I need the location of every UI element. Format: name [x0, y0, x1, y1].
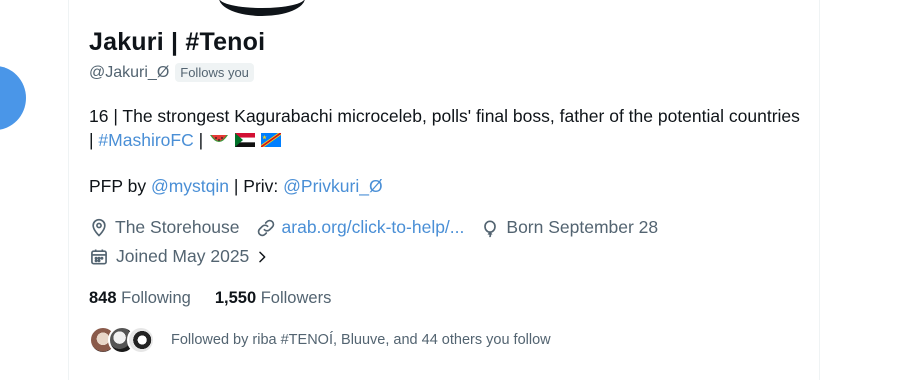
- profile-meta-row: The Storehouse arab.org/click-to-help/..…: [89, 217, 674, 238]
- avatar: [127, 326, 155, 354]
- following-stat[interactable]: 848 Following: [89, 289, 191, 308]
- link-icon: [257, 219, 274, 236]
- birthday-item: Born September 28: [480, 217, 658, 238]
- follows-you-badge: Follows you: [175, 63, 254, 82]
- followers-count: 1,550: [214, 289, 257, 307]
- followed-by-text: Followed by riba #TENOÍ, Bluuve, and 44 …: [171, 332, 551, 348]
- calendar-icon: [91, 249, 107, 264]
- location-item: The Storehouse: [89, 217, 240, 238]
- profile-avatar-edge[interactable]: [219, 0, 305, 16]
- display-name: Jakuri | #Tenoi: [89, 28, 266, 56]
- birthday-text: Born September 28: [506, 217, 659, 237]
- user-handle: @Jakuri_Ø: [89, 63, 170, 81]
- followers-you-know[interactable]: Followed by riba #TENOÍ, Bluuve, and 44 …: [89, 326, 551, 354]
- watermelon-icon: [210, 135, 229, 142]
- bio-hashtag-link[interactable]: #MashiroFC: [98, 130, 193, 150]
- followers-label: Followers: [260, 289, 332, 307]
- follow-stats: 848 Following 1,550 Followers: [89, 289, 331, 308]
- joined-row[interactable]: Joined May 2025: [89, 246, 286, 267]
- congo-flag-icon: [260, 133, 281, 147]
- floating-blue-button[interactable]: [0, 66, 26, 130]
- pfp-artist-link[interactable]: @mystqin: [151, 176, 229, 196]
- followers-stat[interactable]: 1,550 Followers: [215, 289, 332, 308]
- priv-prefix: | Priv:: [229, 176, 284, 196]
- balloon-icon: [484, 220, 497, 237]
- joined-item[interactable]: Joined May 2025: [89, 246, 270, 267]
- website-item[interactable]: arab.org/click-to-help/...: [256, 217, 465, 238]
- handle-row: @Jakuri_Ø Follows you: [89, 63, 254, 82]
- website-link[interactable]: arab.org/click-to-help/...: [282, 217, 465, 238]
- chevron-right-icon: [259, 251, 266, 262]
- location-pin-icon: [92, 218, 106, 237]
- sudan-flag-icon: [234, 133, 255, 147]
- location-text: The Storehouse: [115, 217, 240, 237]
- pfp-prefix: PFP by: [89, 176, 151, 196]
- profile-bio: 16 | The strongest Kagurabachi microcele…: [89, 104, 804, 152]
- following-label: Following: [121, 289, 191, 307]
- bio-separator: |: [193, 130, 209, 150]
- joined-text: Joined May 2025: [116, 246, 250, 266]
- following-count: 848: [89, 289, 117, 307]
- private-account-link[interactable]: @Privkuri_Ø: [283, 176, 382, 196]
- pfp-credit-line: PFP by @mystqin | Priv: @Privkuri_Ø: [89, 176, 383, 197]
